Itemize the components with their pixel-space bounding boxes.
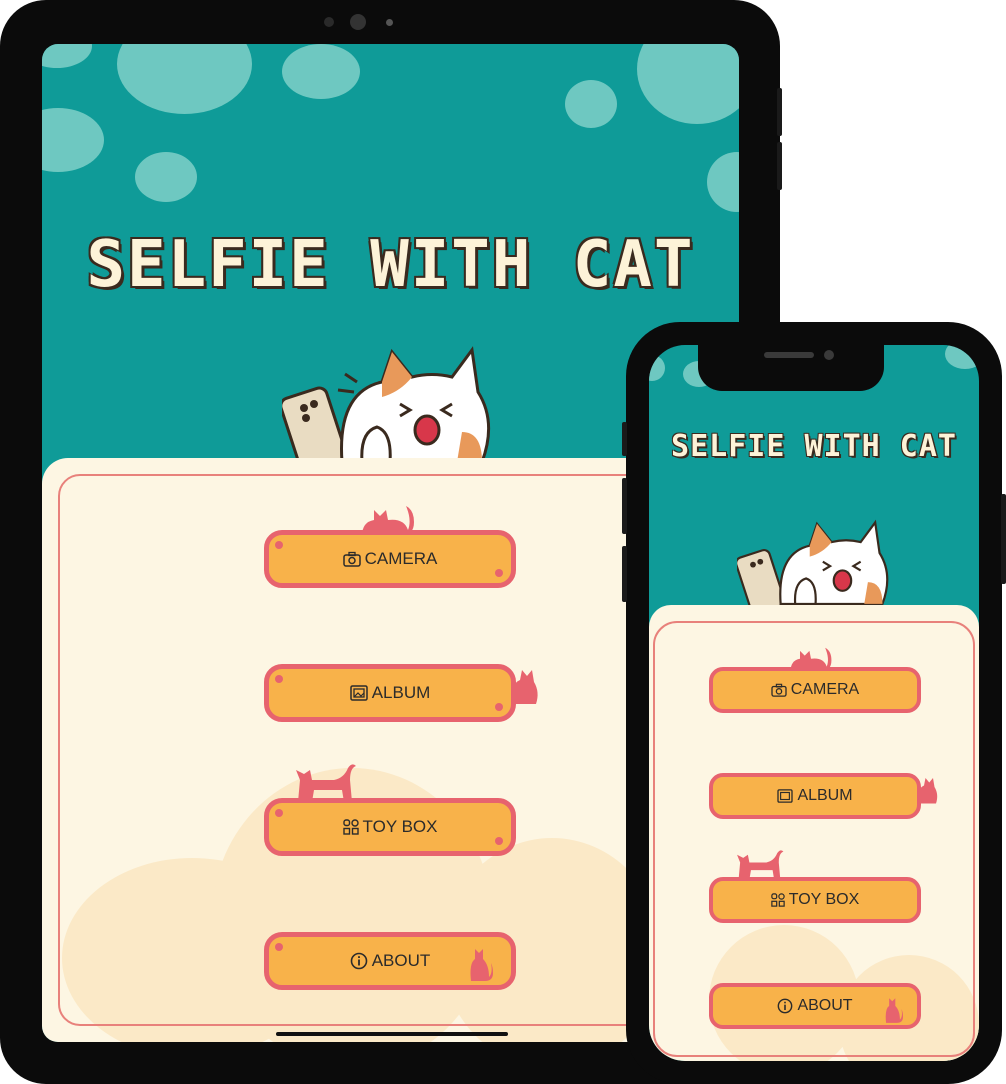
camera-icon	[342, 551, 361, 567]
bg-spot	[42, 108, 104, 172]
album-icon	[349, 685, 368, 701]
bg-spot	[945, 345, 979, 369]
app-title: SELFIE WITH CAT	[86, 228, 695, 302]
tablet-home-indicator	[276, 1032, 508, 1036]
phone-screen: SELFIE WITH CAT CAMERA ALBUM TOY BOX ABO…	[649, 345, 979, 1061]
bg-spot	[282, 44, 360, 99]
phone-speaker	[764, 352, 814, 358]
bg-spot	[42, 44, 92, 68]
phone-volume-down	[622, 546, 627, 602]
album-button[interactable]: ALBUM	[709, 773, 921, 819]
cat-sitting-decoration	[917, 778, 938, 804]
camera-button-label: CAMERA	[790, 681, 860, 698]
cat-selfie-illustration	[737, 519, 889, 605]
bg-spot	[565, 80, 617, 128]
info-icon	[350, 952, 368, 970]
phone-front-camera	[824, 350, 834, 360]
camera-button[interactable]: CAMERA	[264, 530, 516, 588]
cat-selfie-illustration	[282, 346, 491, 462]
bg-spot	[117, 44, 252, 114]
toy-box-button[interactable]: TOY BOX	[709, 877, 921, 923]
bg-spot	[135, 152, 197, 202]
about-button[interactable]: ABOUT	[709, 983, 921, 1029]
cat-sitting-back-decoration	[885, 998, 903, 1023]
camera-button[interactable]: CAMERA	[709, 667, 921, 713]
tablet-front-camera	[350, 14, 366, 30]
info-icon	[778, 998, 793, 1014]
bg-spot	[649, 355, 665, 381]
app-title: SELFIE WITH CAT	[671, 429, 957, 464]
toy-box-button[interactable]: TOY BOX	[264, 798, 516, 856]
toy-box-icon	[342, 819, 359, 835]
phone-volume-up	[622, 478, 627, 534]
album-button-label: ALBUM	[371, 683, 431, 702]
tablet-volume-up	[777, 88, 782, 136]
camera-button-label: CAMERA	[364, 549, 438, 568]
bg-spot	[637, 44, 739, 124]
toy-box-icon	[770, 893, 785, 907]
bg-spot	[707, 152, 739, 212]
phone-power-button	[1001, 494, 1006, 584]
about-button-label: ABOUT	[371, 951, 431, 970]
tablet-sensor	[324, 17, 334, 27]
album-button[interactable]: ALBUM	[264, 664, 516, 722]
phone-mute-switch	[622, 422, 627, 456]
tablet-light-sensor	[386, 19, 393, 26]
album-icon	[777, 789, 794, 803]
cat-sitting-decoration	[511, 670, 538, 704]
cat-standing-decoration	[737, 850, 784, 880]
camera-icon	[771, 683, 787, 697]
toy-box-button-label: TOY BOX	[788, 891, 860, 908]
album-button-label: ALBUM	[797, 787, 853, 804]
about-button-label: ABOUT	[797, 997, 853, 1014]
about-button[interactable]: ABOUT	[264, 932, 516, 990]
cat-sitting-back-decoration	[470, 949, 493, 981]
toy-box-button-label: TOY BOX	[362, 817, 438, 836]
phone-device: SELFIE WITH CAT CAMERA ALBUM TOY BOX ABO…	[622, 322, 1006, 1084]
phone-notch	[698, 345, 884, 391]
tablet-volume-down	[777, 142, 782, 190]
